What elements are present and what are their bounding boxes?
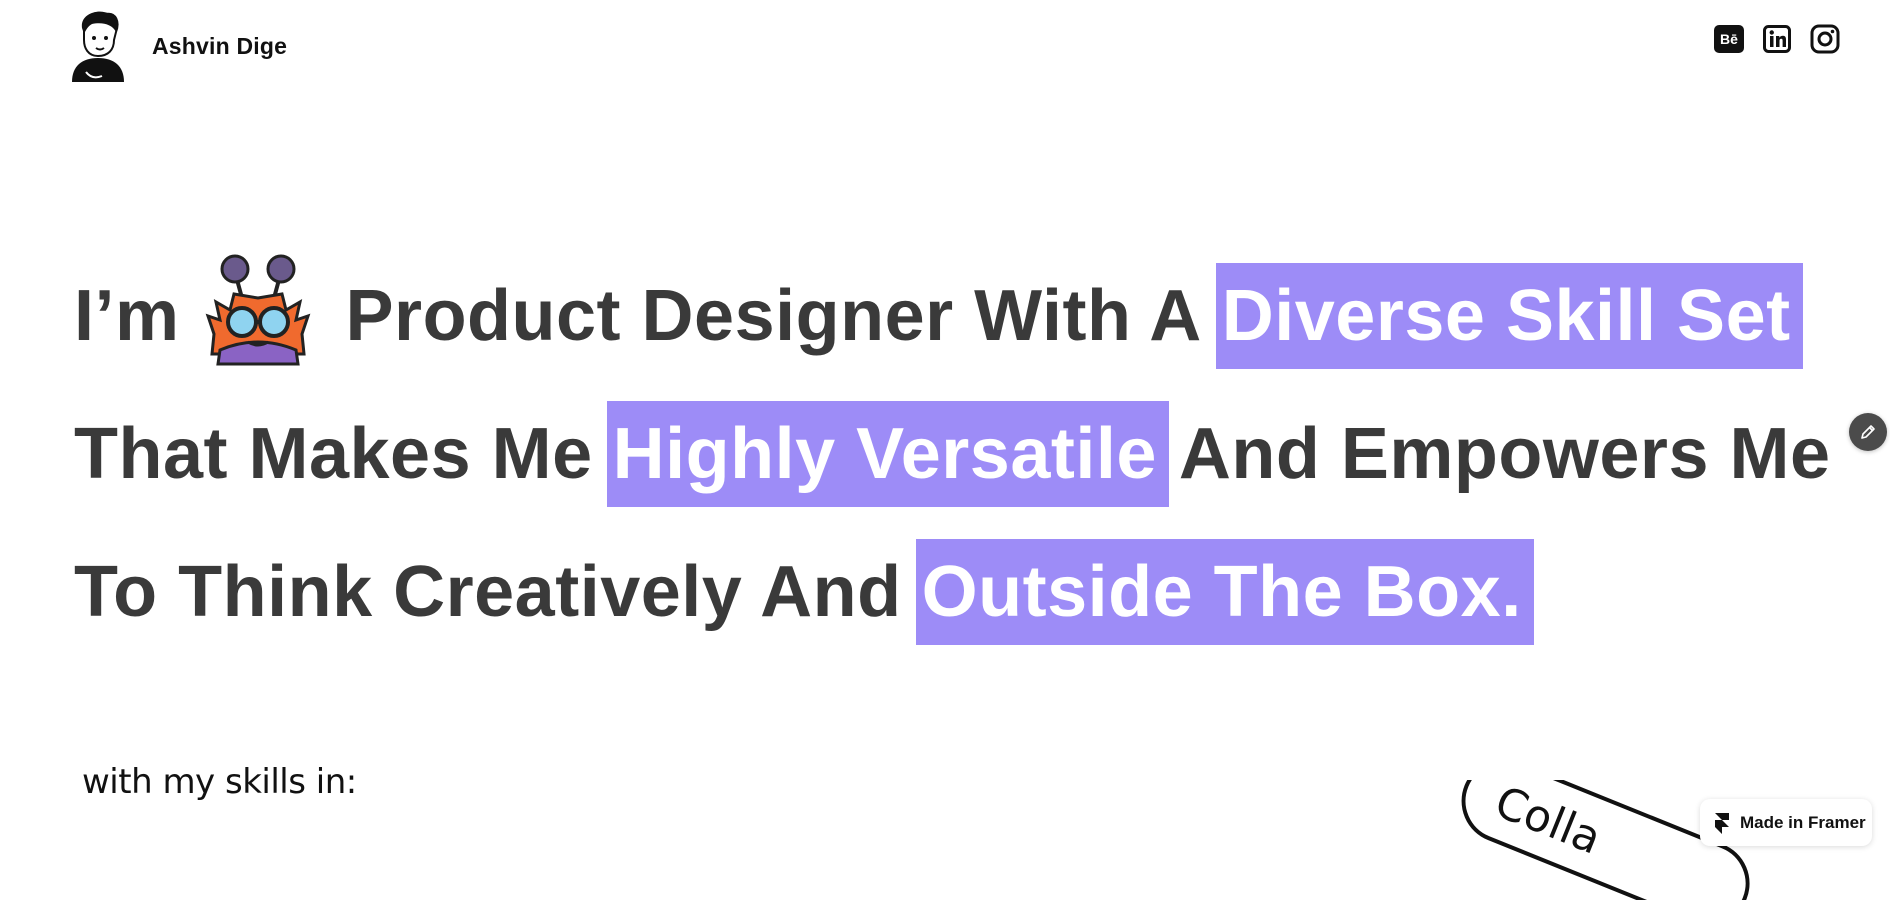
linkedin-icon[interactable] (1762, 24, 1792, 54)
hero-line-2: That Makes Me Highly Versatile And Empow… (74, 384, 1831, 524)
framer-badge-label: Made in Framer (1740, 812, 1866, 832)
hero-text-line2-start: That Makes Me (74, 414, 593, 494)
hero-line-1: I’m Product Designer With A Diverse Skil… (74, 246, 1803, 386)
social-links: Bē (1714, 24, 1840, 54)
highlight-outside-the-box: Outside The Box. (915, 539, 1534, 645)
hero-line-3: To Think Creatively And Outside The Box. (74, 522, 1534, 662)
hero-text-line2-end: And Empowers Me (1178, 414, 1831, 494)
hero-text-im: I’m (74, 276, 180, 356)
svg-text:Bē: Bē (1720, 31, 1738, 47)
goggles-mascot-icon (205, 254, 310, 366)
site-header: Ashvin Dige Bē (0, 0, 1890, 82)
highlight-highly-versatile: Highly Versatile (606, 401, 1169, 507)
highlight-diverse-skill-set: Diverse Skill Set (1215, 263, 1803, 369)
hero-text-line1: Product Designer With A (345, 276, 1202, 356)
edit-button[interactable] (1849, 413, 1887, 451)
framer-logo-icon (1715, 812, 1729, 834)
brand-name: Ashvin Dige (152, 32, 288, 59)
skills-intro-text: with my skills in: (82, 762, 357, 802)
pencil-icon (1861, 425, 1875, 439)
avatar-illustration-icon (72, 11, 124, 82)
brand-link[interactable]: Ashvin Dige (66, 10, 287, 82)
made-in-framer-badge[interactable]: Made in Framer (1700, 799, 1872, 846)
behance-icon[interactable]: Bē (1714, 24, 1744, 54)
instagram-icon[interactable] (1810, 24, 1840, 54)
hero-text-line3-start: To Think Creatively And (74, 552, 902, 632)
